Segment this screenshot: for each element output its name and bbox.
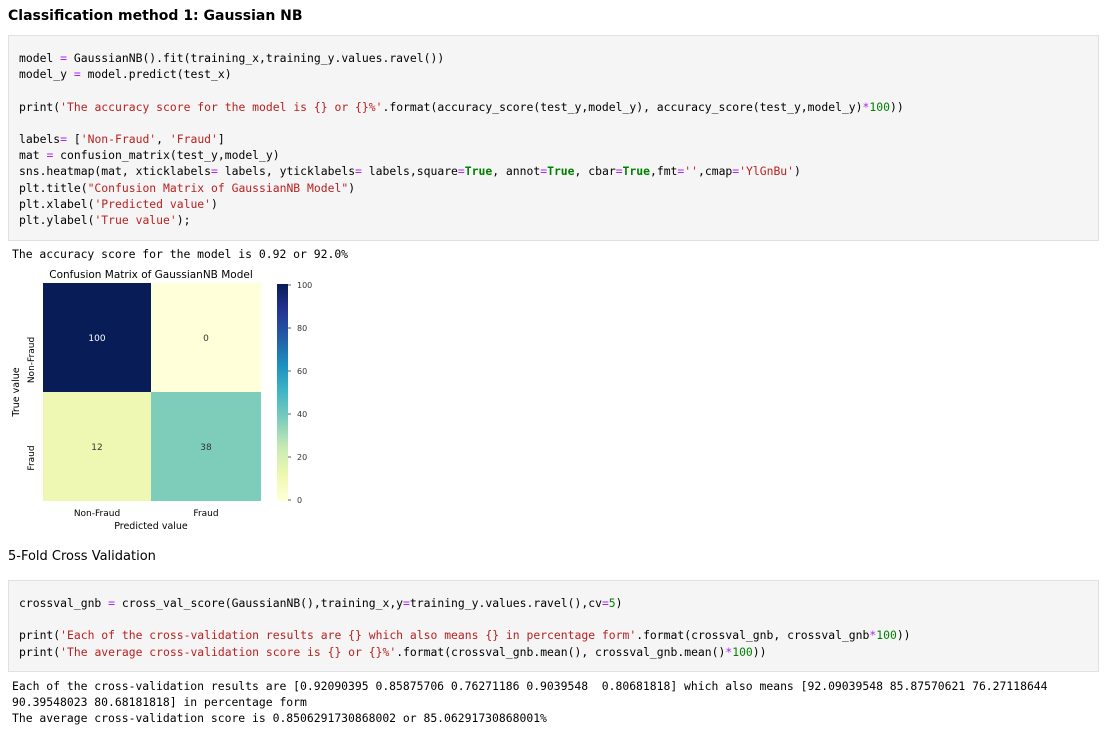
colorbar bbox=[277, 284, 288, 501]
y-axis-label: True value bbox=[11, 367, 22, 417]
section-heading-gaussian-nb: Classification method 1: Gaussian NB bbox=[8, 8, 303, 24]
crossval-output-line-1: Each of the cross-validation results are… bbox=[12, 679, 1048, 693]
colorbar-tick-label: 80 bbox=[297, 324, 307, 333]
y-tick-label: Fraud bbox=[27, 445, 37, 470]
x-axis-label: Predicted value bbox=[114, 521, 188, 532]
colorbar-tick-label: 100 bbox=[297, 281, 312, 290]
colorbar-tick-label: 40 bbox=[297, 410, 307, 419]
x-tick-label: Non-Fraud bbox=[74, 509, 120, 519]
colorbar-tick-label: 60 bbox=[297, 367, 307, 376]
accuracy-output: The accuracy score for the model is 0.92… bbox=[12, 247, 349, 261]
heatmap-cells bbox=[43, 283, 261, 501]
crossval-output-line-3: The average cross-validation score is 0.… bbox=[12, 711, 547, 725]
code-cell-gaussian-nb[interactable]: model = GaussianNB().fit(training_x,trai… bbox=[8, 35, 1099, 241]
colorbar-ticks: 100 80 60 40 20 0 bbox=[288, 281, 312, 505]
colorbar-tick-label: 20 bbox=[297, 453, 307, 462]
cell-annotation: 0 bbox=[203, 334, 209, 344]
code-block: model = GaussianNB().fit(training_x,trai… bbox=[19, 51, 904, 228]
confusion-matrix-figure: Confusion Matrix of GaussianNB Model 100… bbox=[11, 269, 312, 532]
colorbar-tick-label: 0 bbox=[297, 496, 302, 505]
cell-annotation: 12 bbox=[91, 443, 102, 453]
code-block: crossval_gnb = cross_val_score(GaussianN… bbox=[19, 596, 911, 659]
x-tick-label: Fraud bbox=[193, 509, 218, 519]
section-heading-cross-validation: 5-Fold Cross Validation bbox=[8, 549, 156, 564]
code-cell-cross-validation[interactable]: crossval_gnb = cross_val_score(GaussianN… bbox=[8, 580, 1099, 672]
crossval-output-line-2: 90.39548023 80.68181818] in percentage f… bbox=[12, 695, 307, 709]
y-tick-label: Non-Fraud bbox=[27, 337, 37, 383]
cell-annotation: 38 bbox=[200, 443, 212, 453]
cell-annotation: 100 bbox=[88, 334, 105, 344]
chart-title: Confusion Matrix of GaussianNB Model bbox=[49, 269, 253, 281]
